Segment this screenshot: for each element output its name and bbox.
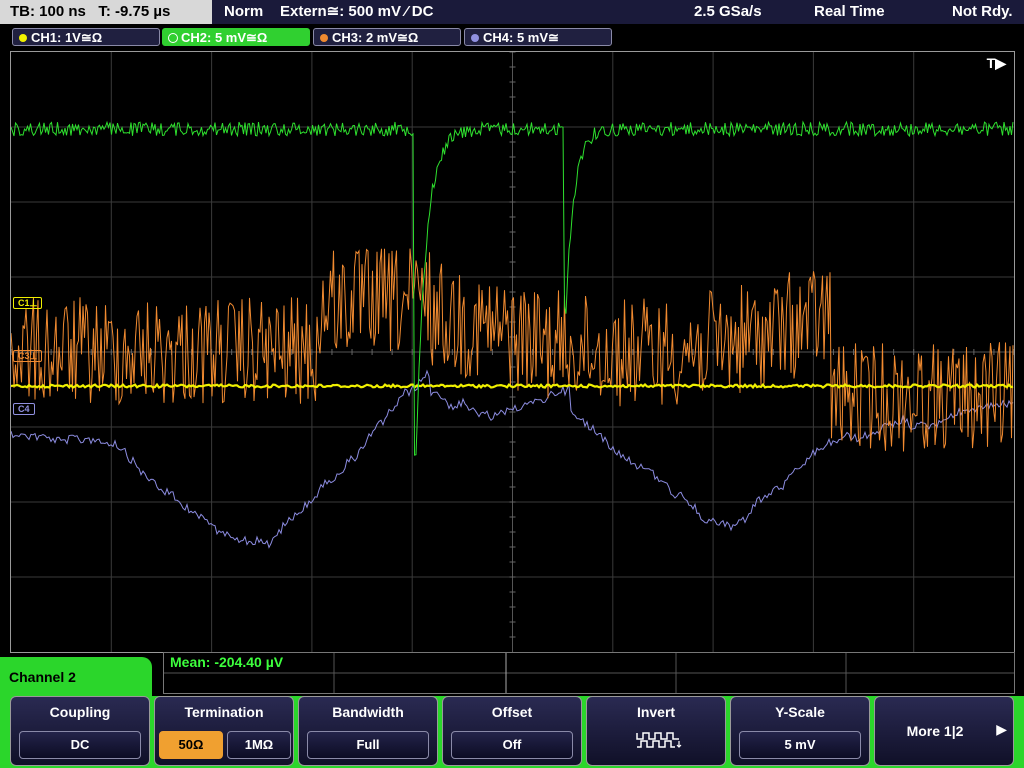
ch3-color-dot <box>320 34 328 42</box>
waveform-display[interactable]: T▶ C1⊥ C3⊥ C4 <box>10 51 1015 653</box>
offset-value[interactable]: Off <box>451 731 573 759</box>
trigger-source[interactable]: Extern≅: 500 mV ⁄ DC <box>280 0 433 24</box>
bandwidth-softkey[interactable]: Bandwidth Full <box>298 696 438 766</box>
acquisition-mode: Real Time <box>814 3 885 20</box>
termination-1mohm-option[interactable]: 1MΩ <box>227 731 291 759</box>
tab-ch2-label: CH2: 5 mV≅Ω <box>181 30 268 45</box>
offset-softkey[interactable]: Offset Off <box>442 696 582 766</box>
menu-title-tab: Channel 2 <box>0 657 152 697</box>
bandwidth-title: Bandwidth <box>332 704 404 720</box>
ch4-color-dot <box>471 34 479 42</box>
sample-rate: 2.5 GSa/s <box>694 3 762 20</box>
acquisition-state: Not Rdy. <box>952 3 1013 20</box>
menu-title: Channel 2 <box>9 669 76 685</box>
bandwidth-value[interactable]: Full <box>307 731 429 759</box>
ch4-offset-marker[interactable]: C4 <box>13 403 35 415</box>
tab-ch3-label: CH3: 2 mV≅Ω <box>332 30 419 45</box>
ch3-offset-marker[interactable]: C3⊥ <box>13 350 43 362</box>
trigger-position-marker: T▶ <box>986 55 1006 71</box>
coupling-title: Coupling <box>49 704 111 720</box>
coupling-value[interactable]: DC <box>19 731 141 759</box>
y-scale-title: Y-Scale <box>775 704 825 720</box>
next-page-icon: ▶ <box>996 721 1007 737</box>
ch1-offset-marker[interactable]: C1⊥ <box>13 297 43 309</box>
y-scale-softkey[interactable]: Y-Scale 5 mV <box>730 696 870 766</box>
tab-ch4-label: CH4: 5 mV≅ <box>483 30 559 45</box>
tab-ch3[interactable]: CH3: 2 mV≅Ω <box>313 28 461 46</box>
trigger-mode[interactable]: Norm <box>224 0 263 24</box>
y-scale-value[interactable]: 5 mV <box>739 731 861 759</box>
offset-title: Offset <box>491 704 533 720</box>
tab-ch2[interactable]: CH2: 5 mV≅Ω <box>162 28 310 46</box>
tab-ch1-label: CH1: 1V≅Ω <box>31 30 103 45</box>
termination-50ohm-option[interactable]: 50Ω <box>159 731 223 759</box>
more-label: More 1|2 <box>906 723 964 739</box>
status-bar: TB: 100 ns T: -9.75 µs Norm Extern≅: 500… <box>0 0 1024 24</box>
invert-title: Invert <box>636 704 676 720</box>
termination-softkey[interactable]: Termination 50Ω 1MΩ <box>154 696 294 766</box>
waveform-canvas <box>11 52 1014 652</box>
tab-ch1[interactable]: CH1: 1V≅Ω <box>12 28 160 46</box>
timebase-readout[interactable]: TB: 100 ns T: -9.75 µs <box>0 0 212 24</box>
measurement-grid <box>164 653 1014 693</box>
ch1-color-dot <box>19 34 27 42</box>
more-softkey[interactable]: More 1|2 ▶ <box>874 696 1014 766</box>
measurement-bar[interactable]: Mean: -204.40 µV <box>163 652 1015 694</box>
square-wave-icon <box>636 732 682 748</box>
coupling-softkey[interactable]: Coupling DC <box>10 696 150 766</box>
tab-ch4[interactable]: CH4: 5 mV≅ <box>464 28 612 46</box>
invert-softkey[interactable]: Invert <box>586 696 726 766</box>
ch2-color-dot <box>168 33 178 43</box>
termination-title: Termination <box>184 704 264 720</box>
